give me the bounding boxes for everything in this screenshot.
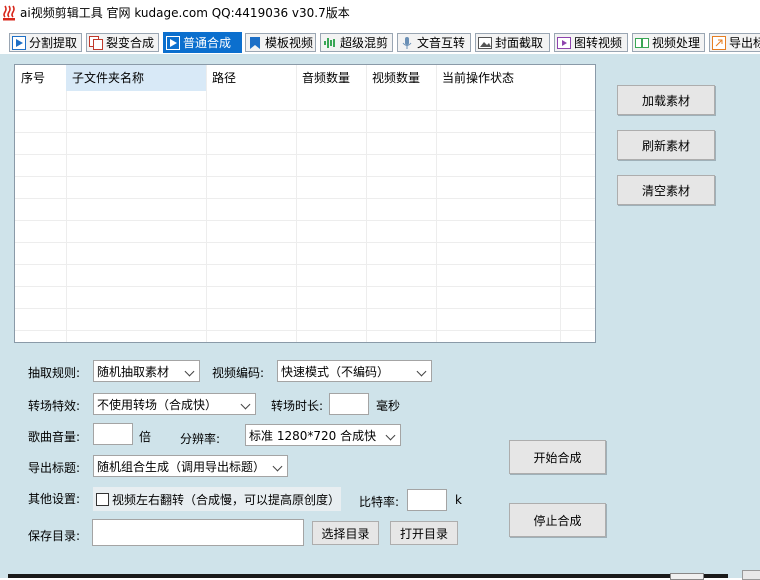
music-volume-unit: 倍 [139,430,152,444]
tab-cover-capture[interactable]: 封面截取 [475,33,550,52]
tab-label: 普通合成 [183,36,232,50]
bitrate-input[interactable] [407,489,447,511]
tab-split-extract[interactable]: 分割提取 [9,33,82,52]
column-header[interactable]: 音频数量 [296,65,366,91]
tab-label: 模板视频 [265,36,314,50]
column-header[interactable]: 子文件夹名称 [66,65,206,91]
resolution-value: 标准 1280*720 合成快 [249,428,377,443]
tab-normal-compose[interactable]: 普通合成 [163,32,242,53]
window-title: ai视频剪辑工具 官网 kudage.com QQ:4419036 v30.7版… [20,6,350,20]
tab-label: 导出标 [729,36,760,50]
tab-label: 裂变合成 [106,36,155,50]
tab-label: 视频处理 [652,36,701,50]
chevron-down-icon [416,366,427,377]
chevron-down-icon [184,366,195,377]
video-codec-select[interactable]: 快速模式（不编码） [277,360,432,382]
video-codec-value: 快速模式（不编码） [281,364,390,379]
extract-rule-select[interactable]: 随机抽取素材 [93,360,200,382]
play-icon [166,35,180,50]
column-header[interactable]: 当前操作状态 [436,65,560,91]
tab-label: 文音互转 [417,36,466,50]
column-header[interactable]: 路径 [206,65,296,91]
stop-compose-button[interactable]: 停止合成 [509,503,606,537]
open-dir-button[interactable]: 打开目录 [390,521,458,545]
transition-value: 不使用转场（合成快） [97,397,218,412]
tab-image-to-video[interactable]: 图转视频 [554,33,628,52]
save-dir-label: 保存目录: [28,529,81,543]
tab-text-audio-convert[interactable]: 文音互转 [397,33,471,52]
tab-label: 超级混剪 [340,36,389,50]
music-volume-label: 歌曲音量: [28,430,81,444]
bitrate-unit: k [455,493,462,507]
save-dir-input[interactable] [92,519,304,546]
extract-rule-label: 抽取规则: [28,366,81,380]
video-codec-label: 视频编码: [212,366,265,380]
clear-material-button[interactable]: 清空素材 [617,175,715,205]
start-compose-button[interactable]: 开始合成 [509,440,606,474]
refresh-material-button[interactable]: 刷新素材 [617,130,715,160]
transition-select[interactable]: 不使用转场（合成快） [93,393,256,415]
chevron-down-icon [272,461,283,472]
export-title-select[interactable]: 随机组合生成（调用导出标题） [93,455,288,477]
scrollbar-thumb[interactable] [670,573,704,580]
bookmark-icon [248,36,262,50]
tab-strip: 分割提取 裂变合成 普通合成 模板视频 超级混剪 文音互转 封面截取 图转视频 … [0,28,760,54]
tab-label: 分割提取 [29,36,78,50]
tab-fission-compose[interactable]: 裂变合成 [86,33,159,52]
transition-duration-input[interactable] [329,393,369,415]
tab-video-process[interactable]: 视频处理 [632,33,705,52]
title-bar: ai视频剪辑工具 官网 kudage.com QQ:4419036 v30.7版… [0,0,760,28]
transition-label: 转场特效: [28,399,81,413]
flip-video-checkbox[interactable] [96,492,109,506]
chevron-down-icon [385,430,396,441]
column-header[interactable]: 序号 [15,65,66,91]
flip-video-option[interactable]: 视频左右翻转（合成慢，可以提高原创度） [93,487,341,511]
extract-rule-value: 随机抽取素材 [97,364,170,379]
music-volume-input[interactable] [93,423,133,445]
column-header[interactable]: 视频数量 [366,65,436,91]
choose-dir-button[interactable]: 选择目录 [312,521,379,545]
tab-super-mix[interactable]: 超级混剪 [320,33,393,52]
slideshow-icon [557,36,571,50]
play-icon [12,35,26,50]
table-header: 序号 子文件夹名称 路径 音频数量 视频数量 当前操作状态 [15,65,595,91]
resolution-label: 分辨率: [180,432,221,446]
other-settings-label: 其他设置: [28,492,81,506]
soundwave-icon [323,36,337,50]
tab-label: 封面截取 [495,36,544,50]
export-title-label: 导出标题: [28,461,81,475]
transition-duration-label: 转场时长: [271,399,324,413]
tab-label: 图转视频 [574,36,623,50]
flip-video-label: 视频左右翻转（合成慢，可以提高原创度） [112,492,341,507]
tab-template-video[interactable]: 模板视频 [245,33,316,52]
chevron-down-icon [240,399,251,410]
resolution-select[interactable]: 标准 1280*720 合成快 [245,424,401,446]
image-icon [478,36,492,50]
copy-icon [89,35,103,50]
transition-duration-unit: 毫秒 [376,399,401,413]
video-edit-icon [635,36,649,50]
export-icon [712,35,726,50]
material-table[interactable]: 序号 子文件夹名称 路径 音频数量 视频数量 当前操作状态 [14,64,596,343]
bottom-control[interactable] [742,570,760,580]
bottom-area [0,558,760,580]
export-title-value: 随机组合生成（调用导出标题） [97,459,266,474]
microphone-icon [400,36,414,50]
app-logo-icon [2,5,16,21]
bitrate-label: 比特率: [359,495,400,509]
load-material-button[interactable]: 加载素材 [617,85,715,115]
log-strip [8,574,728,578]
tab-export-title[interactable]: 导出标 [709,33,760,52]
